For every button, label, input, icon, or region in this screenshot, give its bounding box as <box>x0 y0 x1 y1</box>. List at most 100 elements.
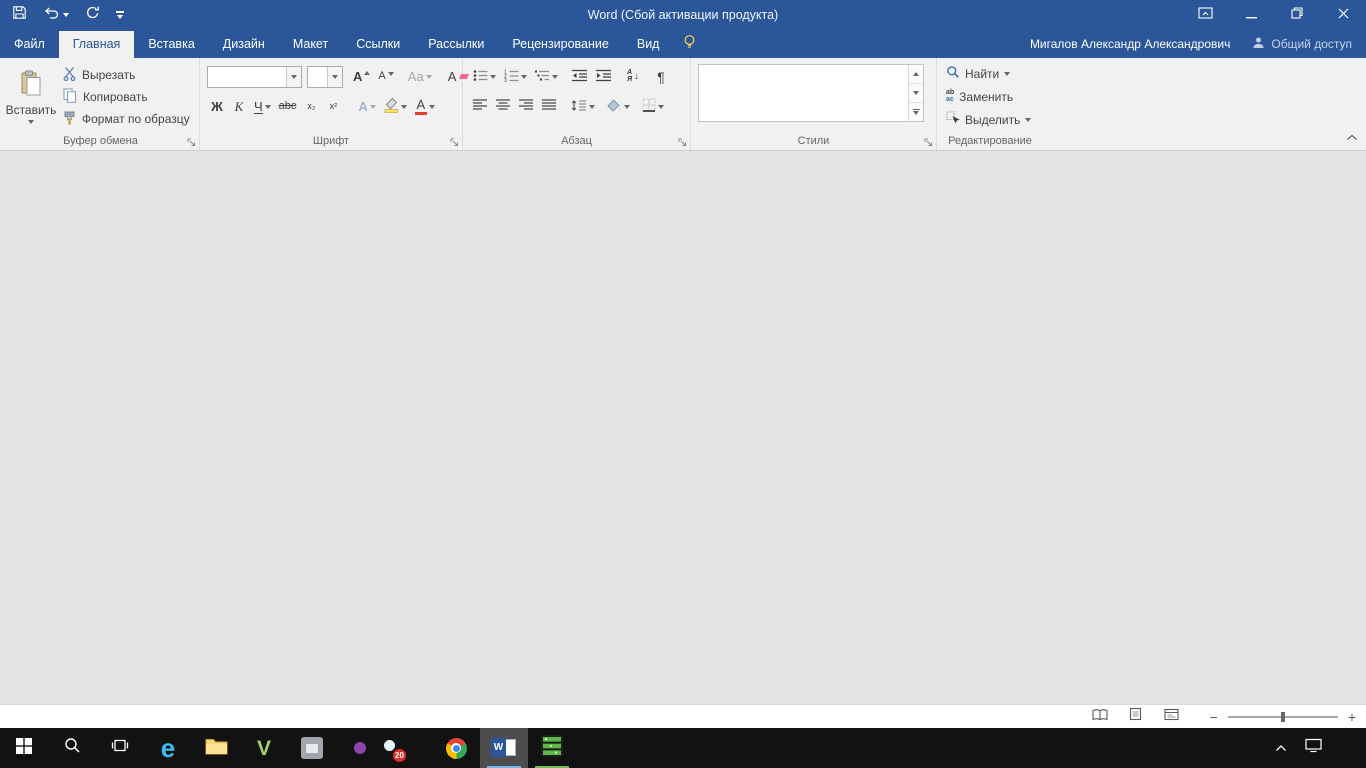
taskbar-app-gray[interactable] <box>288 728 336 768</box>
customize-quick-access-button[interactable] <box>116 11 124 19</box>
save-button[interactable] <box>12 5 27 25</box>
collapse-ribbon-button[interactable] <box>1346 128 1358 146</box>
replace-button[interactable]: ab ac Заменить <box>942 85 1035 108</box>
highlight-color-button[interactable] <box>381 96 410 118</box>
copy-button[interactable]: Копировать <box>57 86 196 108</box>
tray-monitor-icon[interactable] <box>1305 738 1322 758</box>
zoom-slider[interactable] <box>1228 716 1338 718</box>
tab-layout[interactable]: Макет <box>279 31 342 58</box>
multilevel-caret[interactable] <box>552 75 558 79</box>
find-button[interactable]: Найти <box>942 62 1035 85</box>
decrease-indent-button[interactable] <box>569 66 591 88</box>
share-button[interactable]: Общий доступ <box>1252 36 1352 52</box>
font-name-dropdown-caret[interactable] <box>286 67 301 87</box>
line-spacing-button[interactable] <box>568 96 598 118</box>
styles-more-button[interactable] <box>909 103 923 121</box>
undo-button[interactable] <box>43 6 69 25</box>
increase-indent-button[interactable] <box>593 66 615 88</box>
task-view-button[interactable] <box>96 728 144 768</box>
read-mode-button[interactable] <box>1082 705 1118 728</box>
shading-button[interactable] <box>604 96 633 118</box>
paste-button[interactable]: Вставить <box>5 61 57 132</box>
line-spacing-caret[interactable] <box>589 105 595 109</box>
paste-dropdown-caret[interactable] <box>28 120 34 124</box>
taskbar-app-chrome[interactable] <box>432 728 480 768</box>
justify-button[interactable] <box>539 96 560 118</box>
tab-references[interactable]: Ссылки <box>342 31 414 58</box>
cut-button[interactable]: Вырезать <box>57 64 196 86</box>
taskbar-app-word[interactable]: W <box>480 728 528 768</box>
shading-caret[interactable] <box>624 105 630 109</box>
superscript-button[interactable]: x² <box>323 96 343 118</box>
start-button[interactable] <box>0 728 48 768</box>
redo-button[interactable] <box>85 5 100 25</box>
taskbar-app-purple[interactable] <box>336 728 384 768</box>
tab-insert[interactable]: Вставка <box>134 31 208 58</box>
taskbar-search-button[interactable] <box>48 728 96 768</box>
numbering-button[interactable]: 123 <box>501 66 530 88</box>
tab-view[interactable]: Вид <box>623 31 674 58</box>
underline-caret[interactable] <box>265 105 271 109</box>
select-caret[interactable] <box>1025 118 1031 122</box>
undo-dropdown-caret[interactable] <box>63 13 69 17</box>
numbering-caret[interactable] <box>521 75 527 79</box>
tab-home[interactable]: Главная <box>59 31 135 58</box>
show-marks-button[interactable]: ¶ <box>651 66 671 88</box>
highlight-caret[interactable] <box>401 105 407 109</box>
taskbar-app-v[interactable]: V <box>240 728 288 768</box>
align-center-button[interactable] <box>493 96 514 118</box>
zoom-out-button[interactable]: − <box>1210 710 1218 724</box>
tab-design[interactable]: Дизайн <box>209 31 279 58</box>
paragraph-dialog-launcher[interactable] <box>677 137 687 147</box>
strikethrough-button[interactable]: abc <box>276 96 300 118</box>
hidden-icons-chevron[interactable] <box>1275 739 1287 757</box>
font-color-caret[interactable] <box>429 105 435 109</box>
web-layout-button[interactable] <box>1154 705 1190 728</box>
font-size-dropdown-caret[interactable] <box>327 67 342 87</box>
close-button[interactable] <box>1320 0 1366 30</box>
format-painter-button[interactable]: Формат по образцу <box>57 108 196 130</box>
zoom-slider-thumb[interactable] <box>1281 712 1286 722</box>
font-name-combobox[interactable] <box>207 66 302 88</box>
change-case-button[interactable]: Аа <box>405 66 435 88</box>
shrink-font-button[interactable]: А <box>375 66 396 88</box>
bullets-caret[interactable] <box>490 75 496 79</box>
borders-caret[interactable] <box>658 105 664 109</box>
align-left-button[interactable] <box>470 96 491 118</box>
sort-button[interactable]: АЯ ↓ <box>623 66 643 88</box>
styles-gallery[interactable] <box>698 64 924 122</box>
subscript-button[interactable]: x₂ <box>301 96 321 118</box>
underline-button[interactable]: Ч <box>251 96 274 118</box>
restore-button[interactable] <box>1274 0 1320 30</box>
user-name[interactable]: Мигалов Александр Александрович <box>1030 37 1230 51</box>
zoom-in-button[interactable]: + <box>1348 710 1356 724</box>
taskbar-app-media-player[interactable] <box>528 728 576 768</box>
bold-button[interactable]: Ж <box>207 96 227 118</box>
grow-font-button[interactable]: А <box>350 66 373 88</box>
minimize-button[interactable] <box>1228 0 1274 30</box>
font-size-combobox[interactable] <box>307 66 343 88</box>
tab-review[interactable]: Рецензирование <box>498 31 623 58</box>
bullets-button[interactable] <box>470 66 499 88</box>
find-caret[interactable] <box>1004 72 1010 76</box>
font-dialog-launcher[interactable] <box>449 137 459 147</box>
ribbon-display-options-button[interactable] <box>1182 0 1228 30</box>
taskbar-app-badged[interactable]: 20 <box>384 728 432 768</box>
tell-me-button[interactable] <box>683 34 696 55</box>
align-right-button[interactable] <box>516 96 537 118</box>
borders-button[interactable] <box>639 96 667 118</box>
styles-dialog-launcher[interactable] <box>923 137 933 147</box>
print-layout-button[interactable] <box>1118 705 1154 728</box>
text-effects-button[interactable]: А <box>355 96 378 118</box>
select-button[interactable]: Выделить <box>942 108 1035 131</box>
tab-mailings[interactable]: Рассылки <box>414 31 498 58</box>
clipboard-dialog-launcher[interactable] <box>186 137 196 147</box>
taskbar-app-edge[interactable]: e <box>144 728 192 768</box>
multilevel-list-button[interactable] <box>532 66 561 88</box>
taskbar-app-file-explorer[interactable] <box>192 728 240 768</box>
italic-button[interactable]: К <box>229 96 249 118</box>
styles-scroll-up-button[interactable] <box>909 65 923 84</box>
tab-file[interactable]: Файл <box>0 31 59 58</box>
styles-scroll-down-button[interactable] <box>909 84 923 103</box>
font-color-button[interactable]: А <box>412 96 438 118</box>
